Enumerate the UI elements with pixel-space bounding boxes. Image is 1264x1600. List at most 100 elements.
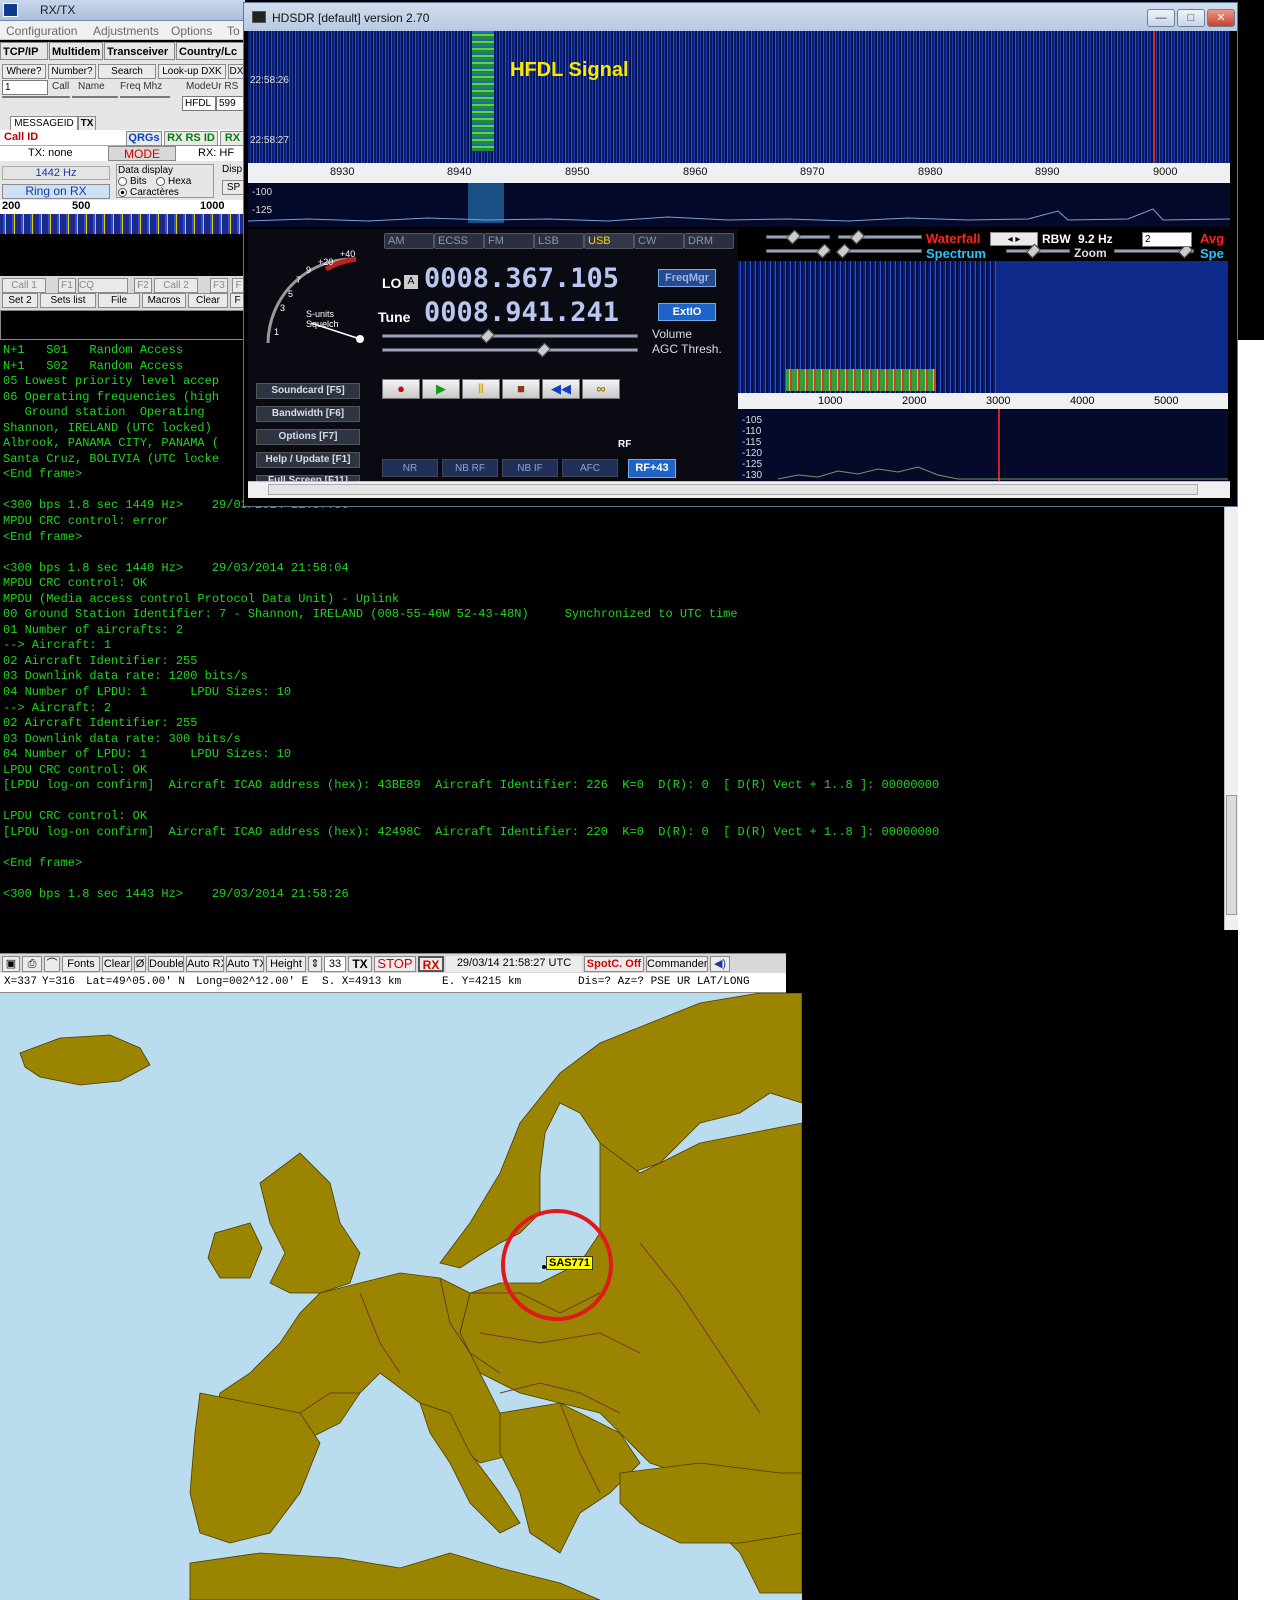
macro-call2[interactable]: Call 2: [154, 278, 198, 293]
clear-macros-button[interactable]: Clear: [188, 293, 228, 308]
record-button[interactable]: ●: [382, 379, 420, 399]
height-spinner-icon[interactable]: ⇕: [308, 956, 322, 972]
ring-on-rx-button[interactable]: Ring on RX: [2, 184, 110, 199]
main-spectrum[interactable]: -100 -125: [248, 183, 1230, 227]
where-button[interactable]: Where?: [2, 64, 46, 79]
auto-rx-button[interactable]: Auto RX: [186, 956, 224, 972]
lo-frequency[interactable]: 0008.367.105: [424, 263, 619, 294]
zero-button[interactable]: Ø: [134, 956, 146, 972]
slider-knob[interactable]: [836, 243, 851, 259]
set2-button[interactable]: Set 2: [2, 293, 38, 308]
mode-cw[interactable]: CW: [634, 233, 684, 249]
fonts-button[interactable]: Fonts: [62, 956, 100, 972]
tab-country[interactable]: Country/Lc: [176, 42, 245, 60]
call-input[interactable]: [2, 96, 70, 98]
nb-rf-button[interactable]: NB RF: [442, 459, 498, 477]
hexa-radio[interactable]: [156, 177, 165, 186]
rxrsid-button[interactable]: RX RS ID: [164, 131, 218, 146]
soundcard-button[interactable]: Soundcard [F5]: [256, 383, 360, 399]
frequency-axis[interactable]: 8930 8940 8950 8960 8970 8980 8990 9000: [248, 163, 1230, 183]
height-button[interactable]: Height: [266, 956, 306, 972]
zoom-slider-1[interactable]: [1006, 243, 1070, 259]
macro-call1[interactable]: Call 1: [2, 278, 46, 293]
options-button[interactable]: Options [F7]: [256, 429, 360, 445]
tab-multidem[interactable]: Multidem: [49, 42, 103, 60]
zoom-frequency-axis[interactable]: 1000 2000 3000 4000 5000: [738, 393, 1228, 409]
slider-knob[interactable]: [536, 342, 551, 358]
hdsdr-scrollbar[interactable]: [248, 481, 1230, 498]
mode-lsb[interactable]: LSB: [534, 233, 584, 249]
macro-f3[interactable]: F3: [210, 278, 228, 293]
freq-input[interactable]: [120, 96, 170, 98]
zoom-spectrum[interactable]: -105 -110 -115 -120 -125 -130: [738, 409, 1228, 481]
sp-button[interactable]: SP: [222, 180, 245, 195]
speaker-icon[interactable]: ◀): [710, 956, 730, 972]
afc-button[interactable]: AFC: [562, 459, 618, 477]
erase-icon[interactable]: ⌒: [44, 956, 60, 972]
loop-button[interactable]: ∞: [582, 379, 620, 399]
tx-text-area[interactable]: [0, 310, 245, 340]
macro-f1[interactable]: F1: [58, 278, 76, 293]
minimize-button[interactable]: —: [1147, 9, 1175, 27]
bits-radio[interactable]: [118, 177, 127, 186]
file-button[interactable]: File: [98, 293, 140, 308]
mode-input[interactable]: HFDL: [182, 96, 216, 111]
search-button[interactable]: Search: [98, 64, 156, 79]
waterfall-slider-1[interactable]: [766, 229, 830, 245]
aircraft-label[interactable]: SAS771: [546, 1256, 593, 1270]
clear-button[interactable]: Clear: [102, 956, 132, 972]
macro-cq[interactable]: CQ: [78, 278, 128, 293]
volume-slider[interactable]: [382, 328, 638, 344]
bandwidth-button[interactable]: Bandwidth [F6]: [256, 406, 360, 422]
tab-transceiver[interactable]: Transceiver: [104, 42, 175, 60]
number-button[interactable]: Number?: [48, 64, 96, 79]
spectrum-slider-2[interactable]: [836, 243, 922, 259]
rf-gain-button[interactable]: RF+43: [628, 459, 676, 478]
qrgs-button[interactable]: QRGs: [126, 131, 162, 146]
stop-button-main[interactable]: STOP: [374, 956, 416, 972]
zoom-slider-2[interactable]: [1114, 243, 1194, 259]
rxtx-mini-waterfall[interactable]: [0, 214, 245, 234]
messageid-tab[interactable]: MESSAGEID: [10, 116, 78, 131]
lo-a-button[interactable]: A: [404, 275, 418, 289]
mode-ecss[interactable]: ECSS: [434, 233, 484, 249]
maximize-button[interactable]: □: [1177, 9, 1205, 27]
rewind-button[interactable]: ◀◀: [542, 379, 580, 399]
save-icon[interactable]: ▣: [2, 956, 20, 972]
extio-button[interactable]: ExtIO: [658, 303, 716, 321]
lookup-dxk-button[interactable]: Look-up DXK: [158, 64, 226, 79]
spotc-button[interactable]: SpotC. Off: [584, 956, 644, 972]
mode-button[interactable]: MODE: [108, 146, 176, 161]
europe-map[interactable]: SAS771: [0, 993, 802, 1600]
menu-options[interactable]: Options: [171, 24, 212, 38]
hdsdr-titlebar[interactable]: HDSDR [default] version 2.70 — □ ✕: [244, 3, 1237, 31]
macros-button[interactable]: Macros: [142, 293, 186, 308]
tx-button[interactable]: TX: [348, 956, 372, 972]
rs-input[interactable]: 599: [216, 96, 245, 111]
agc-slider[interactable]: [382, 342, 638, 358]
mode-fm[interactable]: FM: [484, 233, 534, 249]
auto-tx-button[interactable]: Auto TX: [226, 956, 264, 972]
tx-small-tab[interactable]: TX: [78, 116, 96, 131]
sets-list-button[interactable]: Sets list: [40, 293, 96, 308]
name-input[interactable]: [72, 96, 118, 98]
play-button[interactable]: ▶: [422, 379, 460, 399]
rbw-arrows[interactable]: ◂ ▸: [990, 232, 1038, 246]
slider-knob[interactable]: [786, 229, 801, 245]
counter-spinner[interactable]: 1: [2, 80, 48, 95]
macro-f2[interactable]: F2: [134, 278, 152, 293]
rxtx-titlebar[interactable]: RX/TX: [0, 0, 245, 21]
waterfall-slider-2[interactable]: [838, 229, 922, 245]
height-value[interactable]: 33: [324, 956, 346, 972]
print-icon[interactable]: ⎙: [22, 956, 42, 972]
nr-button[interactable]: NR: [382, 459, 438, 477]
close-button[interactable]: ✕: [1207, 9, 1235, 27]
nb-if-button[interactable]: NB IF: [502, 459, 558, 477]
slider-knob[interactable]: [480, 328, 495, 344]
double-button[interactable]: Double: [148, 956, 184, 972]
main-waterfall[interactable]: HFDL Signal 22:58:26 22:58:27: [248, 31, 1230, 163]
menu-adjustments[interactable]: Adjustments: [93, 24, 159, 38]
stop-button[interactable]: ■: [502, 379, 540, 399]
mode-am[interactable]: AM: [384, 233, 434, 249]
rx-button[interactable]: RX: [418, 956, 444, 972]
